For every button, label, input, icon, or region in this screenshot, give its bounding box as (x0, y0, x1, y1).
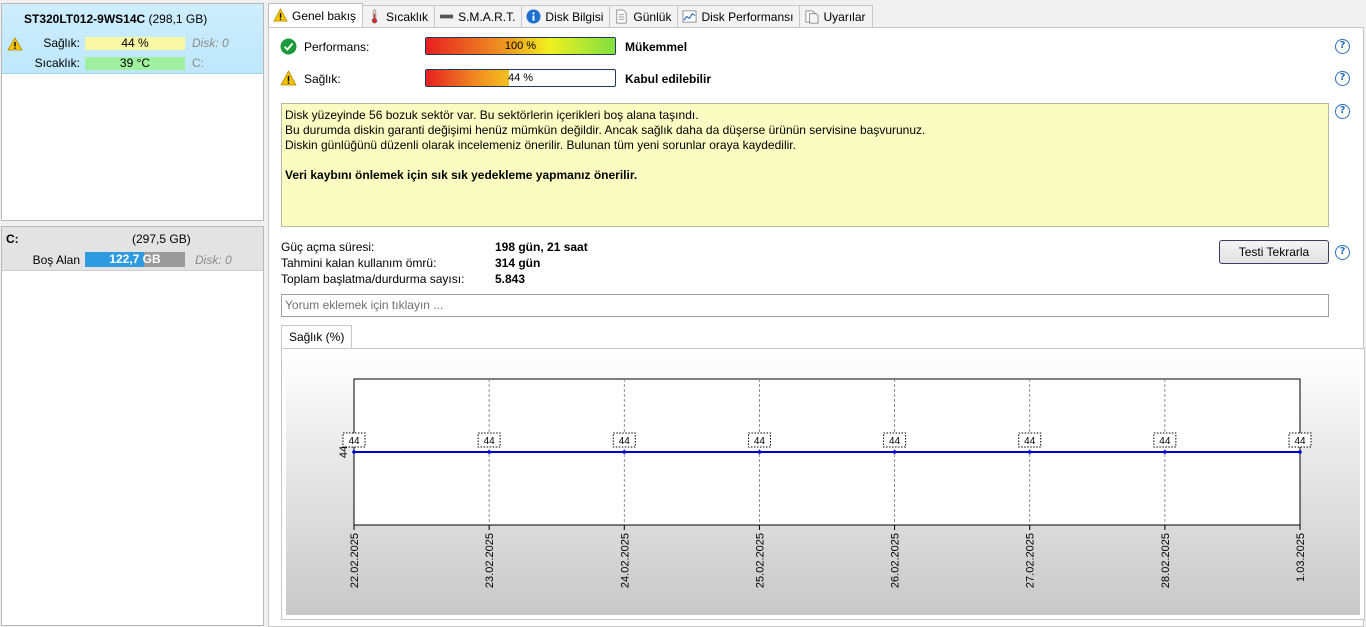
free-space-value: 122,7 GB (109, 252, 161, 266)
tab-bar: Genel bakış Sıcaklık S.M.A.R.T. Disk Bil… (268, 3, 873, 27)
chart-icon (683, 10, 697, 23)
data-point (1027, 450, 1032, 454)
tab-disk-performance[interactable]: Disk Performansı (677, 5, 801, 27)
help-icon[interactable]: ? (1335, 245, 1350, 260)
volume-size: (297,5 GB) (132, 232, 191, 246)
volume-letter: C: (6, 232, 19, 246)
disk-card[interactable]: ST320LT012-9WS14C (298,1 GB) Sağlık: 44 … (2, 4, 263, 74)
free-space-bar: 122,7 GB (85, 252, 185, 267)
warning-icon (280, 70, 297, 86)
data-point (1163, 450, 1167, 454)
start-stop-value: 5.843 (495, 272, 526, 286)
tab-health-chart[interactable]: Sağlık (%) (281, 325, 353, 348)
disk-temp-value: 39 °C (85, 57, 185, 70)
tab-label: Sıcaklık (386, 9, 429, 24)
document-icon (616, 9, 627, 24)
retest-button[interactable]: Testi Tekrarla (1219, 240, 1329, 264)
tab-label: Genel bakış (292, 8, 357, 23)
disk-index: Disk: 0 (192, 36, 229, 50)
message-line: Diskin günlüğünü düzenli olarak inceleme… (285, 138, 796, 152)
data-point (757, 450, 762, 454)
x-tick-label: 24.02.2025 (619, 533, 631, 588)
health-value: 44 % (507, 72, 534, 84)
health-message: Disk yüzeyinde 56 bozuk sektör var. Bu s… (281, 103, 1329, 227)
tab-temperature[interactable]: Sıcaklık (362, 5, 436, 27)
x-tick-label: 28.02.2025 (1160, 533, 1172, 588)
message-bold: Veri kaybını önlemek için sık sık yedekl… (285, 168, 638, 182)
performance-value: 100 % (504, 40, 537, 52)
health-chart: 44 44 44 44 44 44 44 44 22.02.2025 23.02.2025 24.… (286, 353, 1360, 615)
tab-label: S.M.A.R.T. (458, 9, 516, 24)
power-on-value: 198 gün, 21 saat (495, 240, 588, 254)
y-tick-label: 44 (338, 446, 350, 458)
x-tick-label: 23.02.2025 (484, 533, 496, 588)
free-space-label: Boş Alan (32, 253, 80, 267)
x-tick-label: 27.02.2025 (1025, 533, 1037, 588)
data-label: 44 (889, 436, 901, 447)
tab-log[interactable]: Günlük (609, 5, 679, 27)
tab-label: Uyarılar (823, 9, 866, 24)
tab-disk-info[interactable]: Disk Bilgisi (521, 5, 611, 27)
health-bar: 44 % (425, 69, 616, 87)
tab-label: Disk Bilgisi (545, 9, 604, 24)
comment-input[interactable]: Yorum eklemek için tıklayın ... (281, 294, 1329, 317)
x-tick-label: 25.02.2025 (754, 533, 766, 588)
smart-icon (440, 14, 454, 19)
overview-panel: Performans: 100 % Mükemmel ? Sağlık: 44 … (268, 27, 1365, 627)
disk-drive-letter: C: (192, 56, 204, 70)
data-label: 44 (619, 436, 631, 447)
disk-health-label: Sağlık: (43, 36, 80, 50)
start-stop-label: Toplam başlatma/durdurma sayısı: (281, 272, 465, 286)
health-label: Sağlık: (304, 72, 341, 86)
data-label: 44 (754, 436, 766, 447)
performance-label: Performans: (304, 40, 370, 54)
health-chart-panel: 44 44 44 44 44 44 44 44 22.02.2025 23.02.2025 24.… (281, 348, 1365, 620)
help-icon[interactable]: ? (1335, 104, 1350, 119)
tab-label: Disk Performansı (701, 9, 794, 24)
data-point (352, 450, 356, 454)
alerts-icon (805, 10, 819, 24)
left-panel: ST320LT012-9WS14C (298,1 GB) Sağlık: 44 … (0, 0, 266, 627)
performance-bar: 100 % (425, 37, 616, 55)
data-label: 44 (1294, 436, 1306, 447)
info-icon (526, 9, 541, 24)
x-tick-label: 1.03.2025 (1295, 533, 1307, 582)
x-tick-label: 22.02.2025 (349, 533, 361, 588)
data-point (1298, 450, 1302, 454)
data-label: 44 (484, 436, 496, 447)
disk-list: ST320LT012-9WS14C (298,1 GB) Sağlık: 44 … (1, 3, 264, 221)
volume-card[interactable]: C: (297,5 GB) Boş Alan 122,7 GB Disk: 0 (2, 227, 263, 271)
remaining-life-value: 314 gün (495, 256, 541, 270)
data-label: 44 (1159, 436, 1171, 447)
disk-temp-label: Sıcaklık: (34, 56, 80, 70)
data-label: 44 (348, 436, 360, 447)
tab-label: Günlük (633, 9, 672, 24)
message-line: Bu durumda diskin garanti değişimi henüz… (285, 123, 926, 137)
remaining-life-label: Tahmini kalan kullanım ömrü: (281, 256, 437, 270)
tab-alerts[interactable]: Uyarılar (799, 5, 873, 27)
data-label: 44 (1024, 436, 1036, 447)
x-tick-label: 26.02.2025 (890, 533, 902, 588)
disk-name: ST320LT012-9WS14C (24, 12, 146, 26)
data-point (487, 450, 491, 454)
message-line: Disk yüzeyinde 56 bozuk sektör var. Bu s… (285, 108, 699, 122)
disk-size: (298,1 GB) (148, 12, 208, 26)
tab-overview[interactable]: Genel bakış (268, 3, 364, 27)
data-point (892, 450, 897, 454)
disk-title: ST320LT012-9WS14C (298,1 GB) (24, 12, 207, 26)
performance-verdict: Mükemmel (625, 40, 688, 54)
help-icon[interactable]: ? (1335, 39, 1350, 54)
warning-icon (273, 8, 288, 22)
health-verdict: Kabul edilebilir (625, 72, 712, 86)
volume-list: C: (297,5 GB) Boş Alan 122,7 GB Disk: 0 (1, 226, 264, 626)
thermometer-icon (371, 9, 378, 24)
check-icon (280, 38, 297, 55)
volume-disk-index: Disk: 0 (195, 253, 232, 267)
power-on-label: Güç açma süresi: (281, 240, 375, 254)
data-point (622, 450, 627, 454)
disk-health-value: 44 % (85, 37, 185, 50)
help-icon[interactable]: ? (1335, 71, 1350, 86)
tab-smart[interactable]: S.M.A.R.T. (434, 5, 523, 27)
